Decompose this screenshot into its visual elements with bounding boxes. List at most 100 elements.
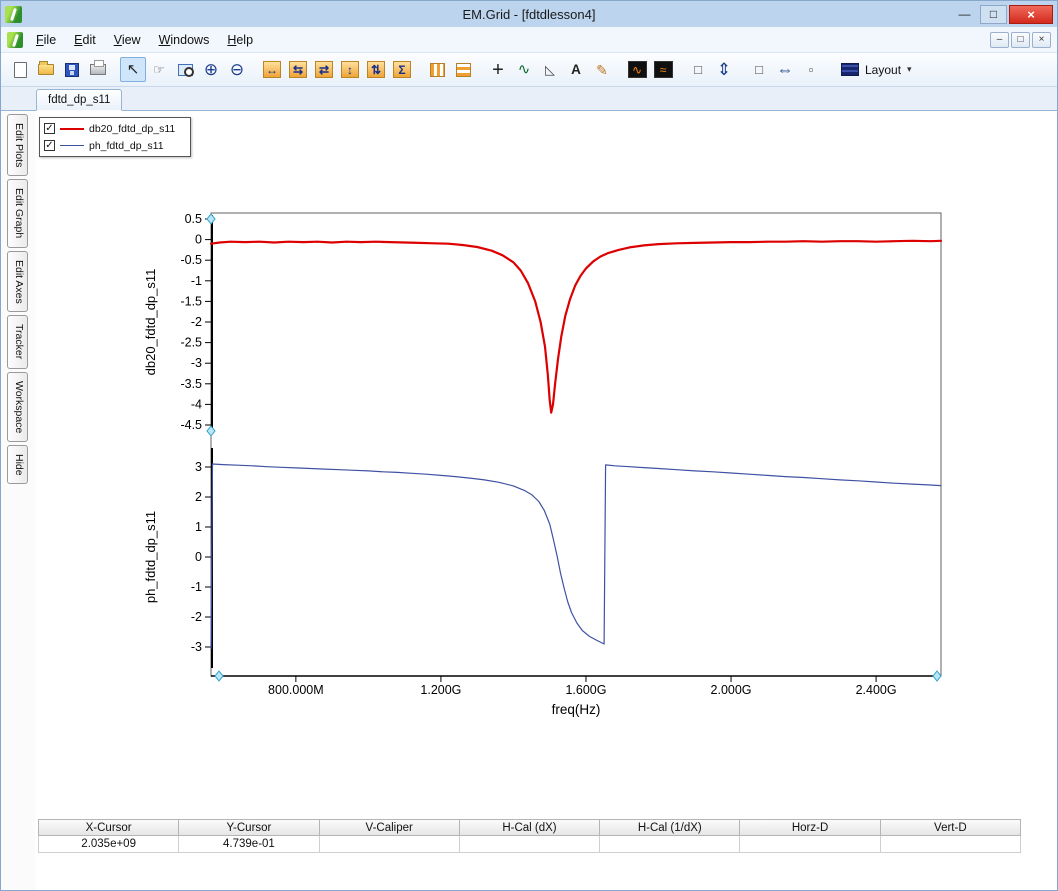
menu-bar: File Edit View Windows Help – □ × [1,27,1057,53]
select-cursor-icon: ↖ [126,61,140,78]
save-file-button[interactable] [59,57,85,82]
v-caliper-box-icon: □ [694,62,702,77]
open-file-button[interactable] [33,57,59,82]
close-button[interactable]: × [1009,4,1053,24]
horizontal-grid-button[interactable] [450,57,476,82]
text-annotation-icon: A [571,61,581,77]
y-tick-label: -3 [191,640,202,654]
maximize-button[interactable]: □ [980,4,1007,24]
y-tick-label: -4 [191,397,202,411]
status-table: X-Cursor Y-Cursor V-Caliper H-Cal (dX) H-Cal… [38,819,1021,853]
trace-marker-button[interactable]: ∿ [511,57,537,82]
status-value-cell [458,836,601,853]
sidebar-tab-edit-plots[interactable]: Edit Plots [7,114,28,177]
x-axis-title: freq(Hz) [552,702,601,717]
status-value-cell [879,836,1021,853]
shrink-x-icon: ⇄ [315,61,333,78]
menu-view[interactable]: View [105,29,150,51]
zoom-in-button[interactable]: ⊕ [198,57,224,82]
sidebar-tab-edit-axes[interactable]: Edit Axes [7,250,28,313]
text-annotation-button[interactable]: A [563,57,589,82]
vertical-grid-button[interactable] [424,57,450,82]
document-tab[interactable]: fdtd_dp_s11 [36,89,123,111]
zoom-out-button[interactable]: ⊖ [224,57,250,82]
x-tick-label: 800.000M [268,683,324,697]
app-logo-icon [7,31,23,48]
legend-row[interactable]: ✓ ph_fdtd_dp_s11 [44,137,186,154]
mdi-close-button[interactable]: × [1032,31,1051,48]
menu-file[interactable]: File [27,29,65,51]
print-button[interactable] [85,57,111,82]
status-value-cell: 4.739e-01 [178,836,320,853]
inverse-fft-button[interactable]: ≈ [650,57,676,82]
x-tick-label: 2.000G [711,683,752,697]
horizontal-grid-icon [455,62,471,77]
status-value-cell [318,836,460,853]
y-tick-label: -2.5 [180,336,202,350]
y-tick-label: -4.5 [180,418,202,432]
y-tick-label: -1.5 [180,294,202,308]
minimize-button[interactable]: — [951,5,978,24]
expand-y-button[interactable]: ⇅ [363,57,389,82]
y-tick-label: -0.5 [180,253,202,267]
select-cursor-button[interactable]: ↖ [120,57,146,82]
window-title: EM.Grid - [fdtdlesson4] [462,6,596,22]
slope-marker-icon: ◺ [545,62,555,77]
marker-box-icon: ▫ [808,62,814,77]
x-tick-label: 1.600G [565,683,606,697]
fft-button[interactable]: ∿ [624,57,650,82]
crosshair-button[interactable]: + [485,57,511,82]
zoom-window-button[interactable] [172,57,198,82]
toolbar-separator [737,69,746,70]
y-tick-label: -3 [191,356,202,370]
menu-edit[interactable]: Edit [65,29,105,51]
trace-marker-icon: ∿ [517,61,531,78]
shrink-x-button[interactable]: ⇄ [311,57,337,82]
y-tick-label: -1 [191,580,202,594]
layout-dropdown[interactable]: Layout ▾ [833,57,920,82]
y-tick-label: -2 [191,315,202,329]
app-window: EM.Grid - [fdtdlesson4] — □ × File Edit Vi… [0,0,1058,891]
v-caliper-icon: ⇕ [716,60,732,79]
slope-marker-button[interactable]: ◺ [537,57,563,82]
zoom-in-icon: ⊕ [203,60,219,79]
toolbar-separator [615,69,624,70]
expand-x-button[interactable]: ⇆ [285,57,311,82]
legend-line-sample [60,127,84,130]
toolbar: ↖ ☞ ⊕ ⊖ ↔ ⇆ ⇄ ↕ ⇅ Σ + ∿ ◺ A ✎ ∿ ≈ □ ⇕ □ ⇔ ▫ Layout ▾ [1,53,1057,87]
mdi-restore-button[interactable]: □ [1011,31,1030,48]
v-caliper-box-button[interactable]: □ [685,57,711,82]
legend-checkbox[interactable]: ✓ [44,140,55,151]
fit-y-full-button[interactable]: ↕ [337,57,363,82]
expand-x-icon: ⇆ [289,61,307,78]
fit-x-full-icon: ↔ [263,61,281,78]
edit-note-button[interactable]: ✎ [589,57,615,82]
legend-row[interactable]: ✓ db20_fdtd_dp_s11 [44,120,186,137]
status-value-cell: 2.035e+09 [38,836,180,853]
autoscale-sum-button[interactable]: Σ [389,57,415,82]
sidebar-tab-edit-graph[interactable]: Edit Graph [7,179,28,248]
y-tick-label: -3.5 [180,377,202,391]
menu-windows[interactable]: Windows [150,29,219,51]
h-caliper-button[interactable]: ⇔ [772,57,798,82]
layout-label: Layout [865,62,902,77]
zoom-window-icon [177,63,194,77]
fit-x-full-button[interactable]: ↔ [259,57,285,82]
legend-checkbox[interactable]: ✓ [44,123,55,134]
sidebar-tab-tracker[interactable]: Tracker [7,315,28,369]
title-bar: EM.Grid - [fdtdlesson4] — □ × [1,1,1057,27]
crosshair-icon: + [492,58,504,81]
legend-label: ph_fdtd_dp_s11 [89,139,164,152]
new-file-button[interactable] [7,57,33,82]
pan-hand-button[interactable]: ☞ [146,57,172,82]
marker-box-button[interactable]: ▫ [798,57,824,82]
mdi-minimize-button[interactable]: – [990,31,1009,48]
autoscale-sum-icon: Σ [393,61,411,78]
sidebar-tab-hide[interactable]: Hide [7,444,28,485]
menu-help[interactable]: Help [218,29,262,51]
fft-icon: ∿ [627,61,647,78]
sidebar-tab-workspace[interactable]: Workspace [7,371,28,442]
v-caliper-button[interactable]: ⇕ [711,57,737,82]
zoom-out-icon: ⊖ [229,60,245,79]
h-caliper-box-button[interactable]: □ [746,57,772,82]
